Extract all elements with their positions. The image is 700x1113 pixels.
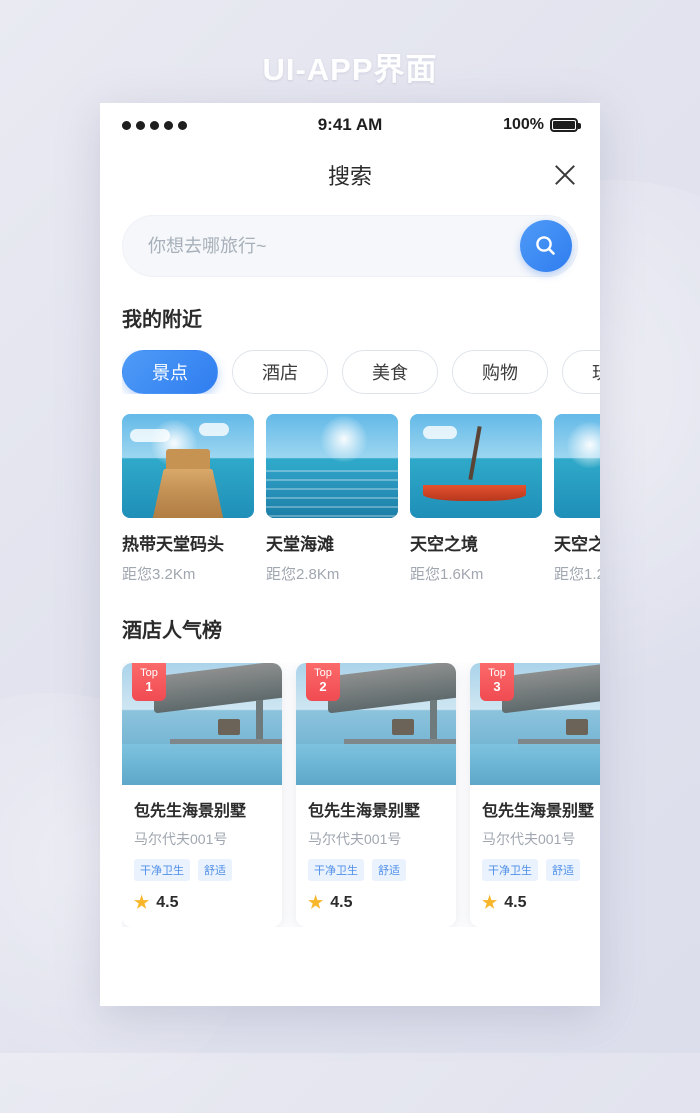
- search-button[interactable]: [520, 220, 572, 272]
- place-card[interactable]: 热带天堂码头 距您3.2Km: [122, 414, 254, 584]
- battery-icon: [550, 118, 581, 132]
- battery-percent-label: 100%: [503, 116, 544, 133]
- chip-label: 购物: [482, 363, 518, 383]
- search-input[interactable]: [122, 234, 520, 258]
- hotel-rating: ★ 4.5: [308, 893, 444, 913]
- hotel-thumbnail: Top 1: [122, 663, 282, 785]
- chip-shopping[interactable]: 购物: [452, 350, 548, 394]
- section-title-hotels: 酒店人气榜: [122, 620, 222, 642]
- chip-food[interactable]: 美食: [342, 350, 438, 394]
- place-name: 天空之境: [410, 535, 478, 554]
- hotel-thumbnail: Top 3: [470, 663, 600, 785]
- place-thumbnail: [266, 414, 398, 518]
- place-name: 天堂海滩: [266, 535, 334, 554]
- rank-number: 1: [145, 679, 153, 694]
- hotel-tag: 舒适: [198, 859, 232, 881]
- rating-value: 4.5: [330, 894, 353, 911]
- hotel-tag: 舒适: [372, 859, 406, 881]
- rank-number: 2: [319, 679, 327, 694]
- hotel-rating: ★ 4.5: [482, 893, 600, 913]
- place-distance: 距您3.2Km: [122, 566, 196, 583]
- chip-hotel[interactable]: 酒店: [232, 350, 328, 394]
- nearby-place-list[interactable]: 热带天堂码头 距您3.2Km 天堂海滩 距您2.8Km 天空之境 距您1.6Km: [122, 414, 600, 584]
- hotel-rating: ★ 4.5: [134, 893, 270, 913]
- rating-value: 4.5: [504, 894, 527, 911]
- nav-bar: 搜索: [100, 147, 600, 203]
- chip-label: 美食: [372, 363, 408, 383]
- star-icon: ★: [134, 893, 150, 912]
- hotel-ranking-list[interactable]: Top 1 包先生海景别墅 马尔代夫001号 干净卫生 舒适 ★ 4.5 Top…: [122, 663, 600, 927]
- hotel-tag: 干净卫生: [482, 859, 538, 881]
- hotel-tag: 舒适: [546, 859, 580, 881]
- place-card[interactable]: 天空之境 距您1.2Km: [554, 414, 600, 584]
- hotel-address: 马尔代夫001号: [482, 831, 576, 847]
- rank-badge: Top 2: [306, 663, 340, 701]
- hotel-tags: 干净卫生 舒适: [134, 859, 270, 881]
- place-distance: 距您1.2Km: [554, 566, 600, 583]
- search-bar[interactable]: [122, 215, 578, 277]
- hotel-address: 马尔代夫001号: [308, 831, 402, 847]
- place-card[interactable]: 天空之境 距您1.6Km: [410, 414, 542, 584]
- place-distance: 距您2.8Km: [266, 566, 340, 583]
- page-title: UI-APP界面: [262, 52, 438, 87]
- hotel-tags: 干净卫生 舒适: [482, 859, 600, 881]
- star-icon: ★: [482, 893, 498, 912]
- place-name: 热带天堂码头: [122, 535, 224, 554]
- chip-scenic[interactable]: 景点: [122, 350, 218, 394]
- place-distance: 距您1.6Km: [410, 566, 484, 583]
- place-thumbnail: [410, 414, 542, 518]
- rank-label: Top: [140, 667, 158, 679]
- category-chip-list[interactable]: 景点 酒店 美食 购物 玩乐: [122, 350, 600, 394]
- place-card[interactable]: 天堂海滩 距您2.8Km: [266, 414, 398, 584]
- section-title-nearby: 我的附近: [122, 309, 202, 331]
- hotel-thumbnail: Top 2: [296, 663, 456, 785]
- place-thumbnail: [554, 414, 600, 518]
- hotel-card[interactable]: Top 3 包先生海景别墅 马尔代夫001号 干净卫生 舒适 ★ 4.5: [470, 663, 600, 927]
- rank-label: Top: [488, 667, 506, 679]
- phone-mockup: 9:41 AM 100% 搜索 我的附近 景点 酒店 美食: [100, 103, 600, 1006]
- hotel-address: 马尔代夫001号: [134, 831, 228, 847]
- status-right: 100%: [503, 116, 581, 134]
- star-icon: ★: [308, 893, 324, 912]
- status-bar: 9:41 AM 100%: [100, 103, 600, 147]
- hotel-name: 包先生海景别墅: [134, 803, 247, 820]
- rank-number: 3: [493, 679, 501, 694]
- chip-label: 玩乐: [592, 359, 600, 385]
- page-header-title: 搜索: [327, 164, 372, 189]
- hotel-tags: 干净卫生 舒适: [308, 859, 444, 881]
- place-name: 天空之境: [554, 535, 600, 554]
- rank-badge: Top 3: [480, 663, 514, 701]
- hotel-card[interactable]: Top 1 包先生海景别墅 马尔代夫001号 干净卫生 舒适 ★ 4.5: [122, 663, 282, 927]
- chip-label: 景点: [152, 363, 188, 383]
- hotel-tag: 干净卫生: [308, 859, 364, 881]
- hotel-name: 包先生海景别墅: [482, 803, 595, 820]
- rank-badge: Top 1: [132, 663, 166, 701]
- place-thumbnail: [122, 414, 254, 518]
- search-icon: [536, 236, 555, 255]
- chip-entertainment[interactable]: 玩乐: [562, 350, 600, 394]
- hotel-card[interactable]: Top 2 包先生海景别墅 马尔代夫001号 干净卫生 舒适 ★ 4.5: [296, 663, 456, 927]
- rating-value: 4.5: [156, 894, 179, 911]
- close-icon[interactable]: [552, 162, 578, 188]
- hotel-tag: 干净卫生: [134, 859, 190, 881]
- hotel-name: 包先生海景别墅: [308, 803, 421, 820]
- chip-label: 酒店: [262, 363, 298, 383]
- rank-label: Top: [314, 667, 332, 679]
